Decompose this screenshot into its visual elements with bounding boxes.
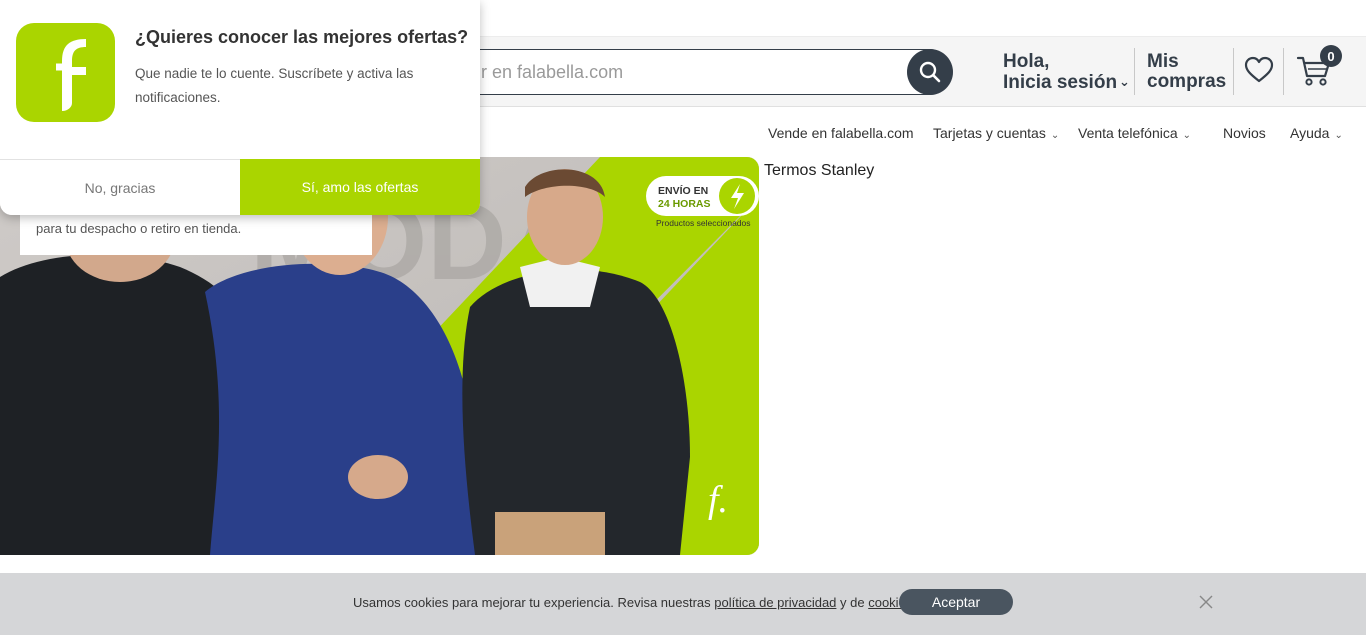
chevron-down-icon: ⌄ [1334,130,1343,141]
nav-label: Vende en falabella.com [768,125,914,141]
chevron-down-icon: ⌄ [1182,130,1192,141]
shipping-line2: 24 HORAS [658,198,711,210]
header-divider [1134,48,1135,95]
popup-body: Que nadie te lo cuente. Suscríbete y act… [135,66,414,105]
login-label: Inicia sesión [1003,72,1118,93]
popup-title: ¿Quieres conocer las mejores ofertas? [135,27,469,47]
chevron-down-icon: ⌄ [1050,130,1060,141]
nav-label: Venta telefónica [1078,125,1178,141]
cookie-text-part: Usamos cookies para mejorar tu experienc… [353,595,715,610]
accept-cookies-button[interactable]: Aceptar [899,589,1013,615]
close-icon[interactable] [1199,595,1213,609]
login-menu[interactable]: Hola, Inicia sesión ⌄ [1003,52,1130,93]
purchases-line2: compras [1147,71,1227,92]
shipping-note: Productos seleccionados [656,218,751,228]
nav-help-menu[interactable]: Ayuda ⌄ [1290,125,1343,141]
nav-sell-link[interactable]: Vende en falabella.com [768,125,914,141]
header-divider [1233,48,1234,95]
search-placeholder: r en falabella.com [481,62,624,82]
notification-popup: ¿Quieres conocer las mejores ofertas? Qu… [0,0,480,215]
header-divider [1283,48,1284,95]
shipping-info-text: para tu despacho o retiro en tienda. [36,221,242,236]
falabella-f-icon [56,39,86,111]
my-purchases-link[interactable]: Mis compras [1147,52,1226,92]
cookie-bar: Usamos cookies para mejorar tu experienc… [0,573,1366,635]
termos-stanley-link[interactable]: Termos Stanley [764,162,874,180]
banner-logo-letter: f. [708,479,728,521]
nav-phone-sales-menu[interactable]: Venta telefónica ⌄ [1078,125,1191,141]
search-icon [919,61,941,83]
nav-cards-menu[interactable]: Tarjetas y cuentas ⌄ [933,125,1059,141]
privacy-policy-link[interactable]: política de privacidad [714,595,836,610]
decline-button[interactable]: No, gracias [0,159,240,215]
shipping-line1: ENVÍO EN [658,184,708,197]
cookie-text-part: y de [836,595,869,610]
falabella-logo [16,23,115,122]
nav-label: Tarjetas y cuentas [933,125,1046,141]
nav-label: Novios [1223,125,1266,141]
accept-offers-button[interactable]: Sí, amo las ofertas [240,159,480,215]
search-button[interactable] [907,49,953,95]
nav-weddings-link[interactable]: Novios [1223,125,1266,141]
cart-count-badge: 0 [1320,45,1342,67]
heart-icon[interactable] [1244,56,1274,84]
greeting-line: Hola, [1003,51,1050,72]
nav-label: Ayuda [1290,125,1330,141]
chevron-down-icon: ⌄ [1119,74,1130,89]
cookie-message: Usamos cookies para mejorar tu experienc… [353,595,916,610]
purchases-line1: Mis [1147,51,1179,72]
